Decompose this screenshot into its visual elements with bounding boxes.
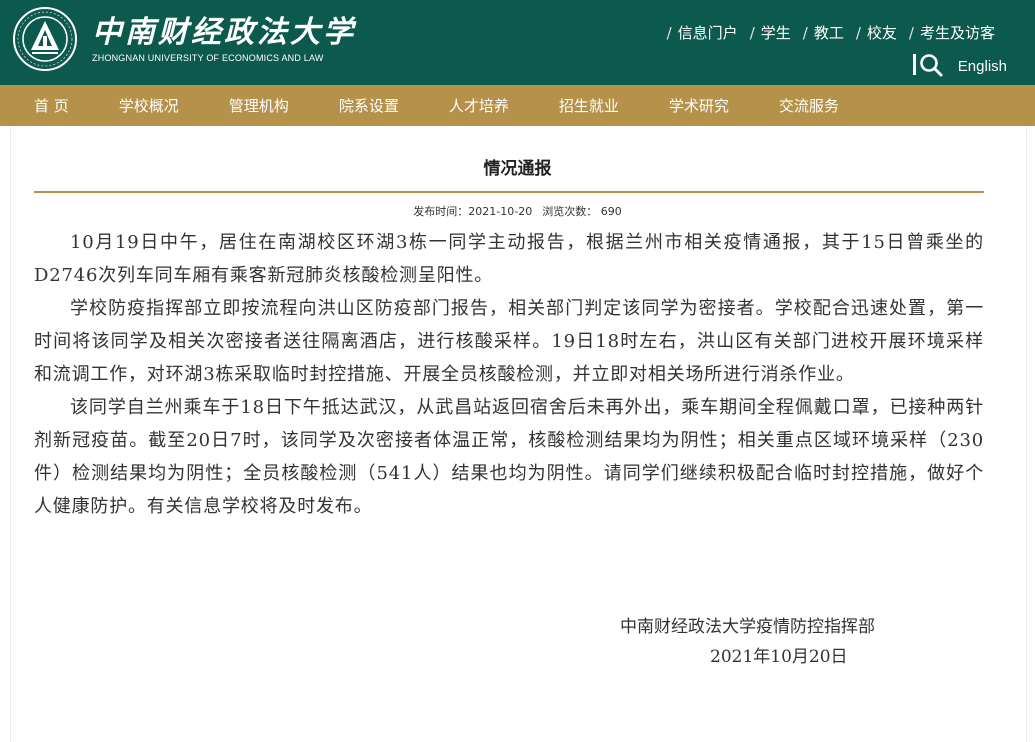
link-separator: / [666, 24, 672, 42]
article-paragraph: 该同学自兰州乘车于18日下午抵达武汉，从武昌站返回宿舍后未再外出，乘车期间全程佩… [34, 397, 984, 517]
link-separator: / [908, 24, 914, 42]
main-nav: 首 页 学校概况 管理机构 院系设置 人才培养 招生就业 学术研究 交流服务 [0, 85, 1035, 126]
top-link-label: 考生及访客 [919, 24, 995, 42]
nav-item-administration[interactable]: 管理机构 [229, 95, 289, 116]
article-title: 情况通报 [483, 159, 552, 179]
university-seal-icon [13, 7, 77, 71]
logo-text: 中南财经政法大学 ZHONGNAN UNIVERSITY OF ECONOMIC… [92, 15, 356, 63]
nav-item-departments[interactable]: 院系设置 [339, 95, 399, 116]
top-link-label: 教工 [813, 24, 844, 42]
site-header: 中南财经政法大学 ZHONGNAN UNIVERSITY OF ECONOMIC… [0, 0, 1035, 85]
header-tools: English [912, 52, 1007, 78]
search-icon[interactable] [912, 52, 944, 78]
article-body: 10月19日中午，居住在南湖校区环湖3栋一同学主动报告，根据兰州市相关疫情通报，… [34, 226, 984, 523]
article-area: 情况通报 发布时间：2021-10-20 浏览次数： 690 10月19日中午，居… [0, 126, 1035, 742]
link-separator: / [802, 24, 808, 42]
logo-english-name: ZHONGNAN UNIVERSITY OF ECONOMICS AND LAW [92, 53, 324, 63]
title-divider [34, 191, 984, 193]
top-links: / 信息门户 / 学生 / 教工 / 校友 / 考生及访客 [655, 22, 995, 43]
nav-item-admissions[interactable]: 招生就业 [559, 95, 619, 116]
views-label: 浏览次数： [542, 205, 598, 218]
nav-item-research[interactable]: 学术研究 [669, 95, 729, 116]
signature-date: 2021年10月20日 [710, 647, 848, 667]
signature-organization: 中南财经政法大学疫情防控指挥部 [620, 617, 875, 637]
top-link-label: 信息门户 [677, 24, 738, 42]
english-link[interactable]: English [958, 58, 1007, 75]
link-separator: / [855, 24, 861, 42]
logo-chinese-name: 中南财经政法大学 [92, 15, 356, 50]
nav-item-home[interactable]: 首 页 [34, 95, 69, 116]
article-paragraph: 10月19日中午，居住在南湖校区环湖3栋一同学主动报告，根据兰州市相关疫情通报，… [34, 232, 984, 286]
views-count: 690 [600, 205, 622, 218]
top-link-staff[interactable]: / 教工 [803, 22, 844, 43]
article-paragraph: 学校防疫指挥部立即按流程向洪山区防疫部门报告，相关部门判定该同学为密接者。学校配… [34, 298, 984, 385]
top-link-label: 校友 [866, 24, 897, 42]
top-link-alumni[interactable]: / 校友 [856, 22, 897, 43]
article-meta: 发布时间：2021-10-20 浏览次数： 690 [0, 203, 1035, 219]
nav-item-exchange[interactable]: 交流服务 [779, 95, 839, 116]
site-logo[interactable]: 中南财经政法大学 ZHONGNAN UNIVERSITY OF ECONOMIC… [12, 6, 356, 72]
nav-item-education[interactable]: 人才培养 [449, 95, 509, 116]
top-link-students[interactable]: / 学生 [750, 22, 791, 43]
top-link-label: 学生 [760, 24, 791, 42]
article-signature: 中南财经政法大学疫情防控指挥部 2021年10月20日 [620, 612, 875, 672]
publish-label: 发布时间： [413, 205, 469, 218]
link-separator: / [749, 24, 755, 42]
publish-time: 2021-10-20 [468, 205, 533, 218]
nav-item-overview[interactable]: 学校概况 [119, 95, 179, 116]
top-link-visitors[interactable]: / 考生及访客 [909, 22, 995, 43]
top-link-portal[interactable]: / 信息门户 [667, 22, 738, 43]
